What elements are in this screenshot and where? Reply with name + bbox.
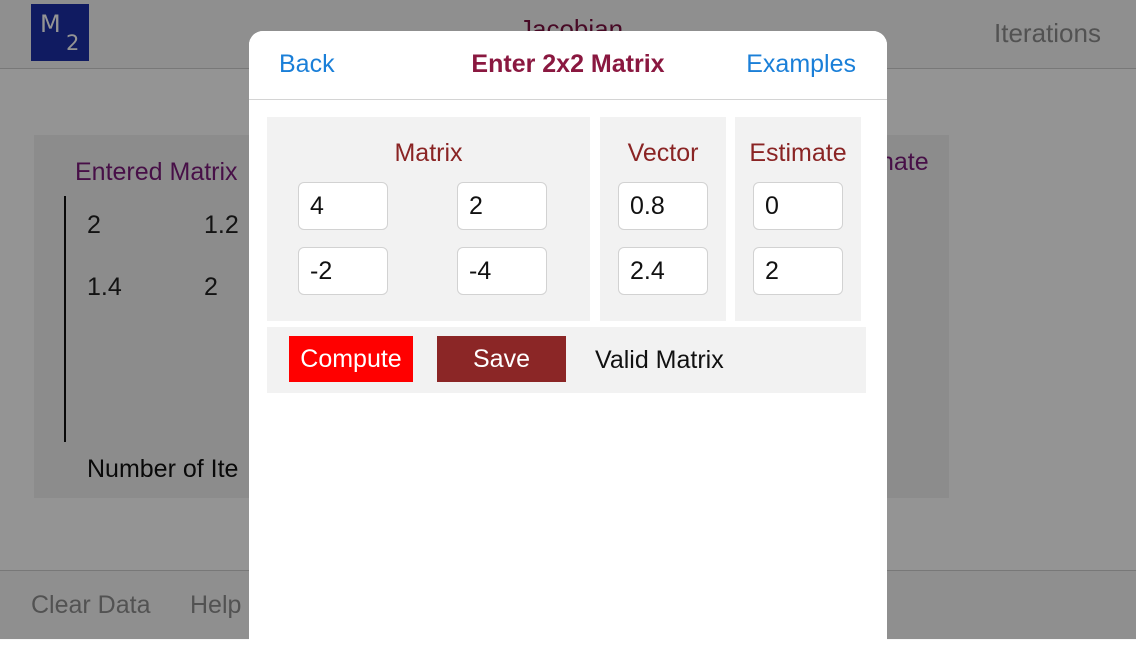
matrix-label: Matrix (394, 139, 463, 167)
modal-header: Back Enter 2x2 Matrix Examples (249, 31, 887, 100)
matrix-group: Matrix (267, 117, 590, 321)
matrix-input-a21[interactable] (298, 247, 388, 295)
estimate-group: Estimate (735, 117, 861, 321)
vector-group: Vector (600, 117, 726, 321)
action-bar: Compute Save Valid Matrix (267, 327, 866, 393)
estimate-input-x1[interactable] (753, 182, 843, 230)
examples-button[interactable]: Examples (746, 50, 856, 79)
matrix-input-a11[interactable] (298, 182, 388, 230)
save-button[interactable]: Save (437, 336, 566, 382)
vector-label: Vector (627, 139, 699, 167)
estimate-input-x2[interactable] (753, 247, 843, 295)
enter-matrix-modal: Back Enter 2x2 Matrix Examples Matrix Ve… (249, 31, 887, 651)
vector-input-b1[interactable] (618, 182, 708, 230)
vector-input-b2[interactable] (618, 247, 708, 295)
matrix-input-a12[interactable] (457, 182, 547, 230)
compute-button[interactable]: Compute (289, 336, 413, 382)
status-text: Valid Matrix (595, 346, 724, 374)
matrix-input-a22[interactable] (457, 247, 547, 295)
estimate-label: Estimate (749, 139, 847, 167)
